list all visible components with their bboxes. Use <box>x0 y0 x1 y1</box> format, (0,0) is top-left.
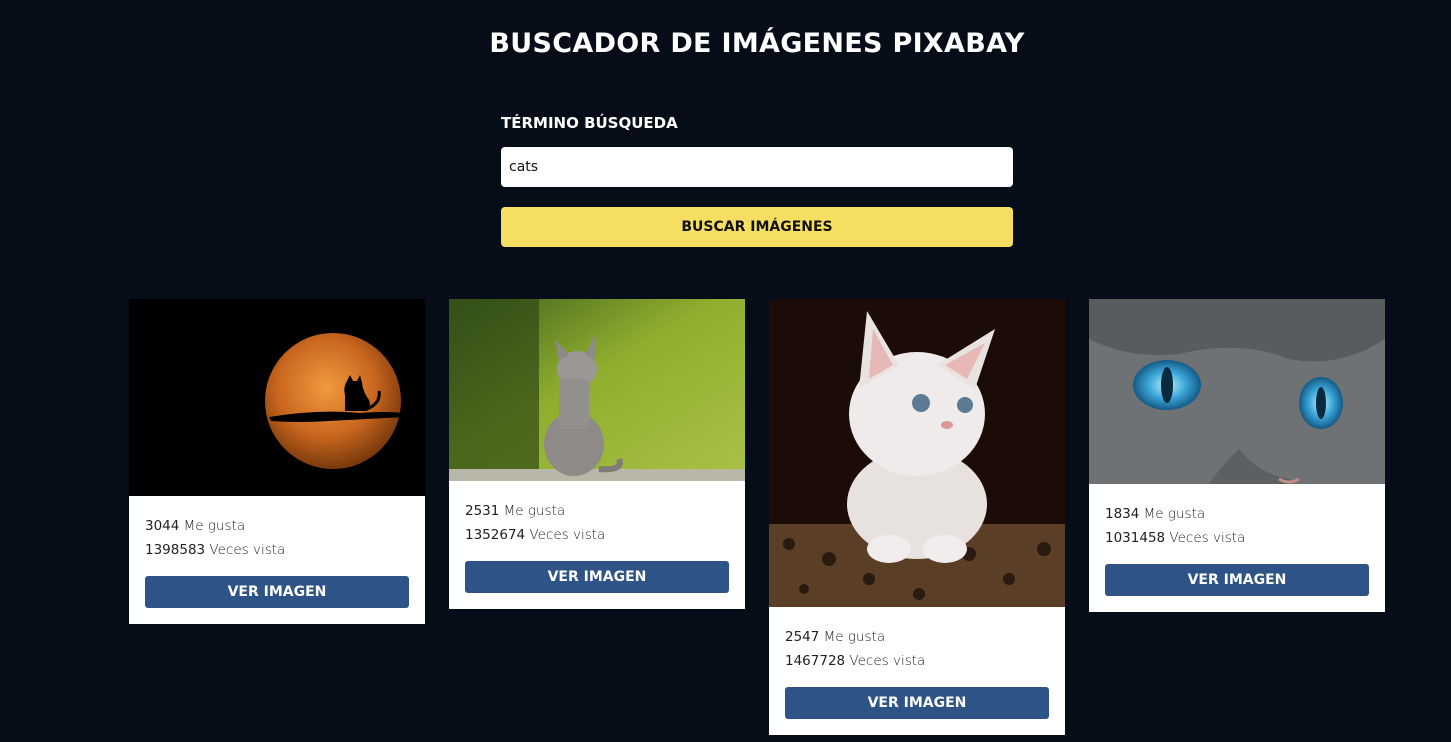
likes-line: 2547 Me gusta <box>785 625 1049 649</box>
views-line: 1031458 Veces vista <box>1105 526 1369 550</box>
result-card: 3044 Me gusta 1398583 Veces vista VER IM… <box>129 299 425 624</box>
result-card: 2531 Me gusta 1352674 Veces vista VER IM… <box>449 299 745 609</box>
views-label: Veces vista <box>529 527 606 543</box>
result-card: 1834 Me gusta 1031458 Veces vista VER IM… <box>1089 299 1385 612</box>
views-line: 1352674 Veces vista <box>465 523 729 547</box>
result-image-white-kitten <box>769 299 1065 607</box>
likes-label: Me gusta <box>1143 506 1206 522</box>
views-line: 1467728 Veces vista <box>785 649 1049 673</box>
likes-count: 2547 <box>785 629 820 645</box>
result-stats: 1834 Me gusta 1031458 Veces vista <box>1089 484 1385 550</box>
likes-count: 2531 <box>465 503 500 519</box>
likes-label: Me gusta <box>183 518 246 534</box>
view-image-button[interactable]: VER IMAGEN <box>785 687 1049 719</box>
view-image-button[interactable]: VER IMAGEN <box>1105 564 1369 596</box>
search-label: TÉRMINO BÚSQUEDA <box>501 114 678 132</box>
views-count: 1467728 <box>785 653 846 669</box>
search-input[interactable] <box>501 147 1013 187</box>
views-label: Veces vista <box>1169 530 1246 546</box>
result-card: 2547 Me gusta 1467728 Veces vista VER IM… <box>769 299 1065 735</box>
likes-line: 1834 Me gusta <box>1105 502 1369 526</box>
view-image-button[interactable]: VER IMAGEN <box>145 576 409 608</box>
views-line: 1398583 Veces vista <box>145 538 409 562</box>
likes-label: Me gusta <box>823 629 886 645</box>
likes-line: 3044 Me gusta <box>145 514 409 538</box>
result-stats: 2547 Me gusta 1467728 Veces vista <box>769 607 1065 673</box>
views-count: 1031458 <box>1105 530 1166 546</box>
likes-label: Me gusta <box>503 503 566 519</box>
search-button[interactable]: BUSCAR IMÁGENES <box>501 207 1013 247</box>
page-title: BUSCADOR DE IMÁGENES PIXABAY <box>489 28 1025 59</box>
result-stats: 2531 Me gusta 1352674 Veces vista <box>449 481 745 547</box>
views-count: 1398583 <box>145 542 206 558</box>
views-label: Veces vista <box>849 653 926 669</box>
result-image-kitten-forest <box>449 299 745 481</box>
result-stats: 3044 Me gusta 1398583 Veces vista <box>129 496 425 562</box>
likes-count: 3044 <box>145 518 180 534</box>
result-image-blue-eyed-cat <box>1089 299 1385 484</box>
result-image-moon-cat <box>129 299 425 496</box>
view-image-button[interactable]: VER IMAGEN <box>465 561 729 593</box>
views-label: Veces vista <box>209 542 286 558</box>
views-count: 1352674 <box>465 527 526 543</box>
likes-count: 1834 <box>1105 506 1140 522</box>
likes-line: 2531 Me gusta <box>465 499 729 523</box>
